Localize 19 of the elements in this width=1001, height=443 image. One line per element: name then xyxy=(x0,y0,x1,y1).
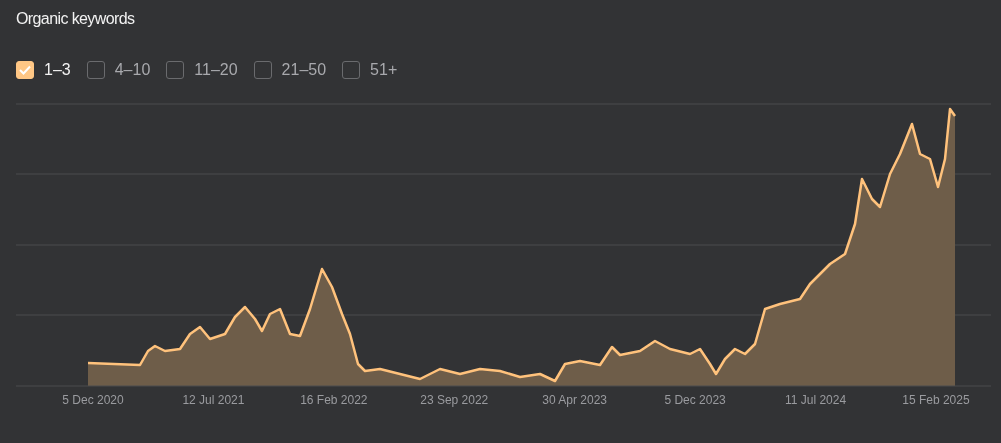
axis-label: 16 Feb 2022 xyxy=(299,393,369,407)
axis-label: 11 Jul 2024 xyxy=(783,393,848,407)
checkbox[interactable] xyxy=(342,61,361,79)
position-filter[interactable]: 11–20 xyxy=(166,61,238,79)
position-filter[interactable]: 1–3 xyxy=(16,61,71,79)
axis-label: 5 Dec 2023 xyxy=(663,393,727,407)
position-filter[interactable]: 4–10 xyxy=(86,61,151,79)
position-filter[interactable]: 21–50 xyxy=(253,61,327,79)
axis-label: 30 Apr 2023 xyxy=(541,393,609,407)
axis-label: 12 Jul 2021 xyxy=(181,393,246,407)
axis-label: 23 Sep 2022 xyxy=(419,393,490,407)
position-filter[interactable]: 51+ xyxy=(342,61,398,79)
checkbox[interactable] xyxy=(253,61,272,79)
checkbox[interactable] xyxy=(86,61,105,79)
axis-label: 15 Feb 2025 xyxy=(901,393,971,407)
checkbox[interactable] xyxy=(166,61,185,79)
check-icon xyxy=(19,65,31,75)
chart-title: Organic keywords xyxy=(16,10,136,29)
axis-label: 5 Dec 2020 xyxy=(61,393,125,407)
